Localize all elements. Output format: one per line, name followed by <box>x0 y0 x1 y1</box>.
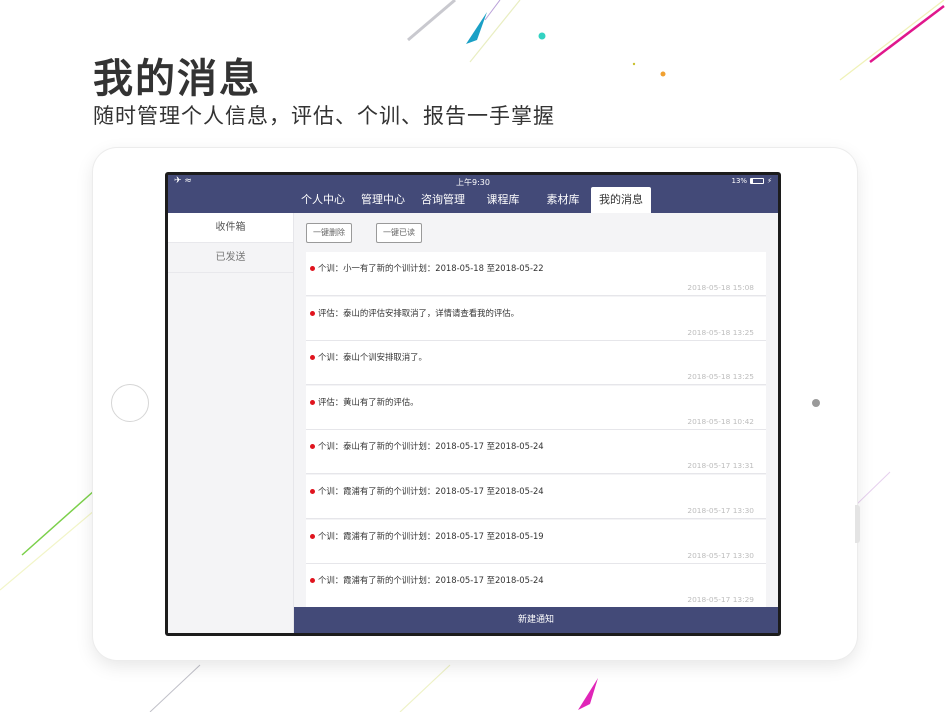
battery-percent: 13% <box>731 177 748 185</box>
mark-all-read-button[interactable]: 一键已读 <box>376 223 422 243</box>
message-time: 2018-05-18 13:25 <box>687 372 754 382</box>
message-time: 2018-05-18 13:25 <box>687 327 754 337</box>
sidebar: 收件箱 已发送 <box>168 213 294 633</box>
promo-subline: 随时管理个人信息，评估、个训、报告一手掌握 <box>93 104 555 128</box>
promo-headline: 我的消息 <box>93 56 261 102</box>
unread-dot-icon <box>310 355 315 361</box>
app-window: ✈ ≈ 上午9:30 13% ⚡ 个人中心 管理中心 咨询管理 课程库 素材库 … <box>168 175 778 633</box>
message-item[interactable]: 个训：小一有了新的个训计划：2018-05-18 至2018-05-22 201… <box>306 252 766 296</box>
main-nav: 个人中心 管理中心 咨询管理 课程库 素材库 我的消息 <box>168 187 778 213</box>
message-text: 个训：霞浦有了新的个训计划：2018-05-17 至2018-05-24 <box>318 575 544 586</box>
tab-consultation[interactable]: 咨询管理 <box>418 187 468 213</box>
message-time: 2018-05-17 13:30 <box>687 505 754 515</box>
unread-dot-icon <box>310 533 315 539</box>
unread-dot-icon <box>310 578 315 584</box>
message-time: 2018-05-18 15:08 <box>687 283 754 292</box>
tablet-camera <box>812 399 820 407</box>
message-text: 个训：霞浦有了新的个训计划：2018-05-17 至2018-05-19 <box>318 530 544 541</box>
message-time: 2018-05-17 13:31 <box>687 461 754 471</box>
tab-course-library[interactable]: 课程库 <box>478 187 528 213</box>
app-top-bar: ✈ ≈ 上午9:30 13% ⚡ 个人中心 管理中心 咨询管理 课程库 素材库 … <box>168 175 778 213</box>
sidebar-item-inbox[interactable]: 收件箱 <box>168 213 293 243</box>
message-item[interactable]: 评估：泰山的评估安排取消了，详情请查看我的评估。 2018-05-18 13:2… <box>306 296 766 341</box>
battery-icon <box>750 178 765 184</box>
tablet-side-key <box>855 505 860 543</box>
tab-my-messages[interactable]: 我的消息 <box>591 187 651 213</box>
tab-personal-center[interactable]: 个人中心 <box>298 187 348 213</box>
status-bar: ✈ ≈ 上午9:30 13% ⚡ <box>168 175 778 187</box>
sidebar-item-sent[interactable]: 已发送 <box>168 243 293 273</box>
charging-icon: ⚡ <box>767 177 772 185</box>
tablet-screen: ✈ ≈ 上午9:30 13% ⚡ 个人中心 管理中心 咨询管理 课程库 素材库 … <box>165 172 781 636</box>
message-text: 评估：泰山的评估安排取消了，详情请查看我的评估。 <box>318 307 519 318</box>
unread-dot-icon <box>310 310 315 316</box>
unread-dot-icon <box>310 399 315 405</box>
tab-management-center[interactable]: 管理中心 <box>358 187 408 213</box>
message-text: 个训：霞浦有了新的个训计划：2018-05-17 至2018-05-24 <box>318 485 544 496</box>
tab-material-library[interactable]: 素材库 <box>538 187 588 213</box>
unread-dot-icon <box>310 488 315 494</box>
message-text: 个训：泰山有了新的个训计划：2018-05-17 至2018-05-24 <box>318 441 544 452</box>
message-text: 个训：泰山个训安排取消了。 <box>318 352 427 363</box>
unread-dot-icon <box>310 444 315 450</box>
message-item[interactable]: 评估：黄山有了新的评估。 2018-05-18 10:42 <box>306 385 766 430</box>
message-item[interactable]: 个训：泰山个训安排取消了。 2018-05-18 13:25 <box>306 341 766 386</box>
message-time: 2018-05-17 13:29 <box>687 595 754 605</box>
new-notice-button[interactable]: 新建通知 <box>294 607 778 633</box>
tablet-home-button <box>111 384 149 422</box>
battery-indicator: 13% ⚡ <box>732 177 772 185</box>
message-toolbar: 一键删除 一键已读 <box>306 223 422 243</box>
delete-all-button[interactable]: 一键删除 <box>306 223 352 243</box>
message-item[interactable]: 个训：霞浦有了新的个训计划：2018-05-17 至2018-05-24 201… <box>306 564 766 607</box>
message-panel: 一键删除 一键已读 个训：小一有了新的个训计划：2018-05-18 至2018… <box>294 213 778 607</box>
message-list: 个训：小一有了新的个训计划：2018-05-18 至2018-05-22 201… <box>306 252 766 607</box>
message-text: 评估：黄山有了新的评估。 <box>318 396 419 407</box>
message-text: 个训：小一有了新的个训计划：2018-05-18 至2018-05-22 <box>318 263 544 273</box>
message-time: 2018-05-17 13:30 <box>687 550 754 560</box>
message-item[interactable]: 个训：霞浦有了新的个训计划：2018-05-17 至2018-05-24 201… <box>306 474 766 519</box>
unread-dot-icon <box>310 266 315 271</box>
message-item[interactable]: 个训：霞浦有了新的个训计划：2018-05-17 至2018-05-19 201… <box>306 519 766 564</box>
message-item[interactable]: 个训：泰山有了新的个训计划：2018-05-17 至2018-05-24 201… <box>306 430 766 475</box>
message-time: 2018-05-18 10:42 <box>687 416 754 426</box>
